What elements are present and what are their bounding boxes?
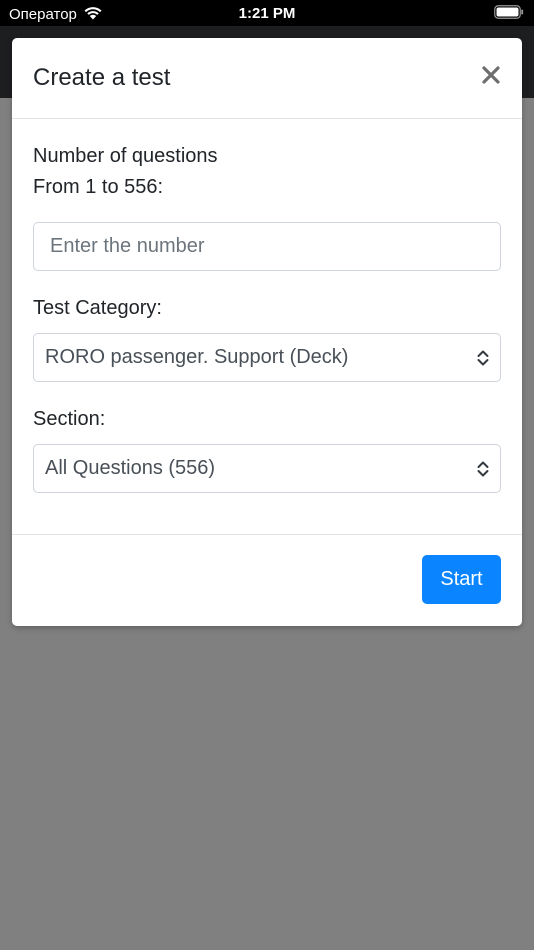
number-label-line2: From 1 to 556:: [33, 176, 164, 198]
modal-body: Number of questions From 1 to 556: Test …: [12, 119, 522, 535]
status-bar: Оператор 1:21 PM: [0, 0, 534, 26]
start-button[interactable]: Start: [422, 555, 501, 604]
modal-footer: Start: [12, 535, 522, 625]
chevron-up-down-icon: [477, 461, 489, 477]
number-label-line1: Number of questions: [33, 145, 218, 167]
battery-icon: [494, 5, 524, 19]
section-selected-value: All Questions (556): [45, 457, 216, 479]
modal-title: Create a test: [33, 64, 171, 91]
section-label: Section:: [33, 408, 106, 430]
category-selected-value: RORO passenger. Support (Deck): [45, 346, 349, 368]
category-label: Test Category:: [33, 297, 162, 319]
close-icon: [482, 66, 500, 84]
number-input[interactable]: [33, 222, 501, 271]
chevron-up-down-icon: [477, 350, 489, 366]
close-button[interactable]: [480, 64, 502, 86]
category-select[interactable]: RORO passenger. Support (Deck): [33, 333, 501, 382]
section-select[interactable]: All Questions (556): [33, 444, 501, 493]
modal-header: Create a test: [12, 38, 522, 119]
status-time: 1:21 PM: [238, 5, 296, 22]
create-test-modal: Create a test Number of questions From 1…: [12, 38, 522, 626]
